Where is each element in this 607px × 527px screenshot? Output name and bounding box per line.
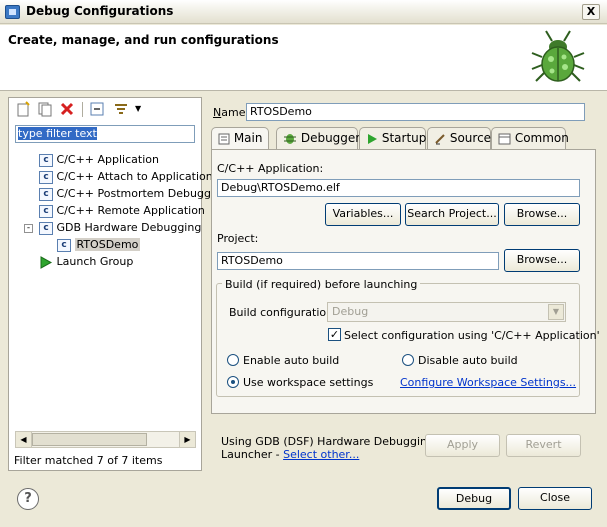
scroll-left-icon[interactable]: ◀ — [16, 432, 32, 447]
collapse-toggle-icon[interactable]: - — [24, 224, 33, 233]
browse-project-button[interactable]: Browse... — [504, 249, 580, 272]
apply-button[interactable]: Apply — [425, 434, 500, 457]
tab-label: Common — [514, 131, 569, 145]
tree-item-c-remote[interactable]: c C/C++ Remote Application — [39, 202, 205, 219]
debug-button[interactable]: Debug — [437, 487, 511, 510]
variables-button[interactable]: Variables... — [325, 203, 401, 226]
c-app-icon: c — [39, 221, 53, 235]
name-input[interactable]: RTOSDemo — [246, 103, 585, 121]
title-bar: Debug Configurations X — [0, 0, 607, 24]
disable-auto-build-label: Disable auto build — [418, 354, 518, 367]
app-label: C/C++ Application: — [217, 162, 324, 175]
app-path-input[interactable]: Debug\RTOSDemo.elf — [217, 179, 580, 197]
bug-icon — [531, 30, 585, 82]
revert-button[interactable]: Revert — [506, 434, 581, 457]
filter-input[interactable]: type filter text — [15, 125, 195, 143]
tab-startup[interactable]: Startup — [359, 127, 426, 149]
tab-source[interactable]: Source — [427, 127, 491, 149]
tab-label: Source — [449, 131, 492, 145]
chevron-down-icon: ▼ — [548, 304, 564, 320]
tree-item-label: C/C++ Application — [56, 153, 159, 166]
configure-workspace-link[interactable]: Configure Workspace Settings... — [400, 376, 576, 389]
launcher-line1: Using GDB (DSF) Hardware Debugging — [221, 435, 434, 448]
tree-item-gdb-hardware[interactable]: c GDB Hardware Debugging — [39, 219, 201, 236]
tree-item-label: GDB Hardware Debugging — [56, 221, 202, 234]
c-app-icon: c — [57, 238, 71, 252]
tree-item-label: C/C++ Attach to Application — [56, 170, 213, 183]
tree-item-c-application[interactable]: c C/C++ Application — [39, 151, 159, 168]
filter-text: type filter text — [18, 127, 97, 140]
select-other-link[interactable]: Select other... — [283, 448, 359, 461]
enable-auto-build-label: Enable auto build — [243, 354, 340, 367]
build-group-label: Build (if required) before launching — [222, 278, 421, 291]
tree-item-launch-group[interactable]: Launch Group — [39, 253, 133, 270]
launch-group-icon — [40, 255, 53, 269]
startup-tab-icon — [368, 133, 377, 144]
use-workspace-label: Use workspace settings — [243, 376, 374, 389]
scroll-right-icon[interactable]: ▶ — [179, 432, 195, 447]
tab-debugger[interactable]: Debugger — [276, 127, 361, 149]
window-title: Debug Configurations — [26, 4, 174, 18]
disable-auto-build-radio[interactable] — [402, 354, 414, 366]
close-button[interactable]: Close — [518, 487, 592, 510]
c-app-icon: c — [39, 204, 53, 218]
close-window-button[interactable]: X — [582, 4, 600, 20]
c-app-icon: c — [39, 187, 53, 201]
tree-item-label: Launch Group — [56, 255, 134, 268]
project-label: Project: — [217, 232, 259, 245]
scroll-thumb[interactable] — [32, 433, 147, 446]
duplicate-icon[interactable] — [37, 101, 53, 117]
name-label: Name: — [213, 106, 250, 119]
select-config-label: Select configuration using 'C/C++ Applic… — [344, 329, 600, 342]
new-config-icon[interactable] — [15, 101, 31, 117]
main-tab-icon — [218, 133, 230, 144]
tab-main[interactable]: Main — [211, 127, 269, 150]
select-config-checkbox[interactable]: ✓ — [328, 328, 341, 341]
config-tree-panel: ▼ type filter text c C/C++ Application c… — [8, 97, 218, 471]
launcher-info: Using GDB (DSF) Hardware Debugging Launc… — [221, 435, 434, 461]
build-config-select: Debug ▼ — [327, 302, 566, 322]
use-workspace-radio[interactable] — [227, 376, 239, 388]
help-button[interactable]: ? — [17, 488, 39, 510]
launcher-line2: Launcher - — [221, 448, 284, 461]
debug-window-icon — [5, 5, 20, 19]
project-input[interactable]: RTOSDemo — [217, 252, 499, 270]
view-menu-icon[interactable]: ▼ — [135, 104, 141, 113]
filter-icon[interactable] — [113, 101, 129, 117]
toolbar-separator — [82, 102, 83, 117]
build-config-value: Debug — [332, 305, 369, 318]
source-tab-icon — [435, 133, 445, 144]
collapse-all-icon[interactable] — [89, 101, 105, 117]
tab-label: Main — [233, 131, 263, 145]
tree-item-c-attach[interactable]: c C/C++ Attach to Application — [39, 168, 213, 185]
common-tab-icon — [498, 133, 511, 144]
tree-item-label: RTOSDemo — [74, 238, 141, 251]
tab-common[interactable]: Common — [491, 127, 569, 149]
c-app-icon: c — [39, 153, 53, 167]
c-app-icon: c — [39, 170, 53, 184]
tree-horizontal-scrollbar[interactable]: ◀ ▶ — [15, 431, 196, 448]
filter-status: Filter matched 7 of 7 items — [14, 454, 163, 467]
tree-item-label: C/C++ Postmortem Debugge — [56, 187, 218, 200]
delete-icon[interactable] — [59, 101, 75, 117]
dialog-header: Create, manage, and run configurations — [0, 25, 607, 91]
tree-item-rtosdemo[interactable]: c RTOSDemo — [57, 236, 141, 253]
debugger-tab-icon — [284, 133, 296, 144]
search-project-button[interactable]: Search Project... — [405, 203, 499, 226]
enable-auto-build-radio[interactable] — [227, 354, 239, 366]
header-title: Create, manage, and run configurations — [8, 33, 279, 47]
tab-label: Startup — [381, 131, 427, 145]
browse-app-button[interactable]: Browse... — [504, 203, 580, 226]
build-config-label: Build configuration: — [229, 306, 337, 319]
tree-item-label: C/C++ Remote Application — [56, 204, 205, 217]
tree-item-c-postmortem[interactable]: c C/C++ Postmortem Debugge — [39, 185, 218, 202]
tab-label: Debugger — [300, 131, 361, 145]
